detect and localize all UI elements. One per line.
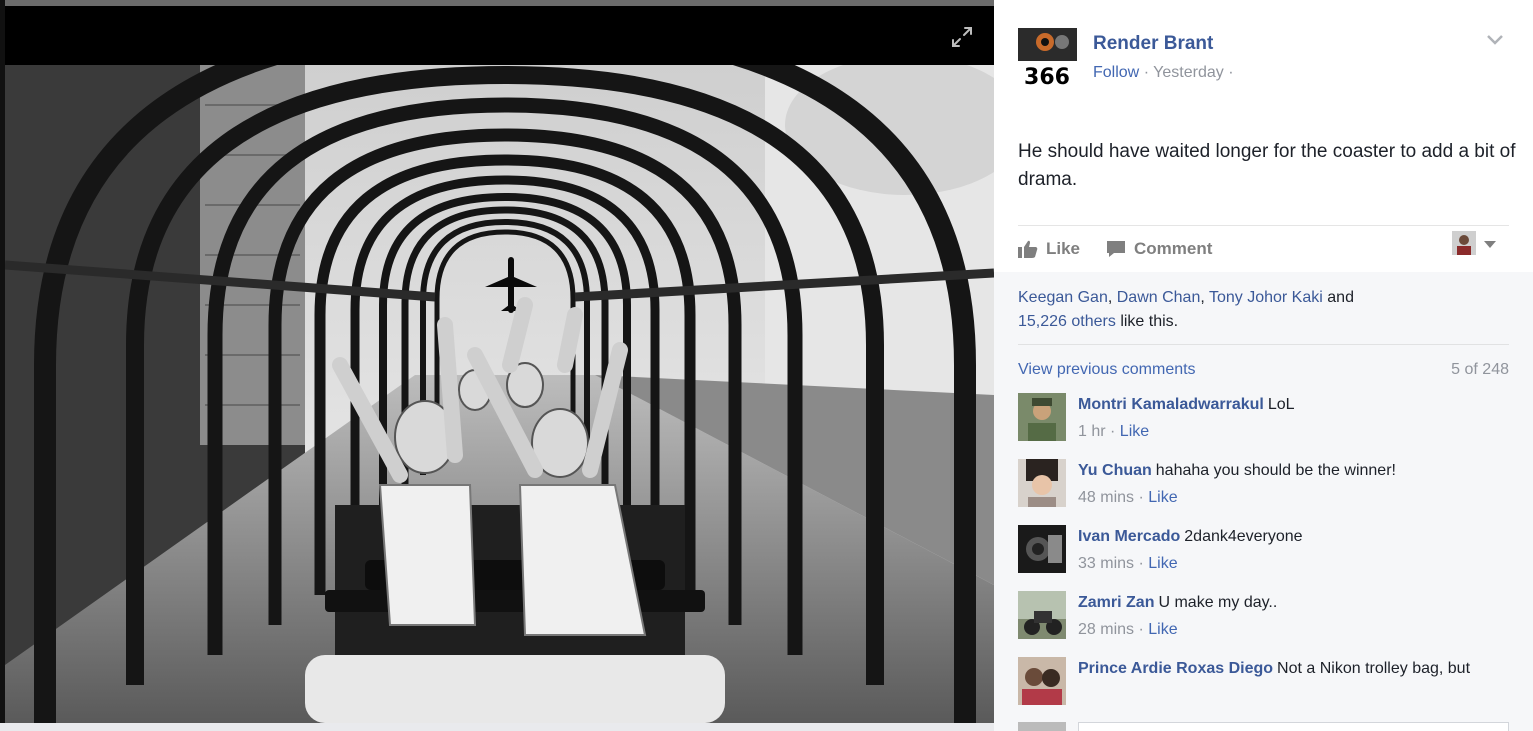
comment-time[interactable]: 1 hr	[1078, 423, 1106, 440]
thumbs-up-icon	[1018, 240, 1038, 258]
comment-like-link[interactable]: Like	[1148, 621, 1177, 638]
commenter-name[interactable]: Montri Kamaladwarrakul	[1078, 396, 1264, 413]
comment-body: Yu Chuan hahaha you should be the winner!	[1078, 459, 1508, 483]
post-header: 366 Render Brant Follow · Yesterday · He…	[994, 0, 1533, 272]
comment-meta: 33 mins · Like	[1078, 555, 1178, 572]
likes-summary: Keegan Gan, Dawn Chan, Tony Johor Kaki a…	[1018, 289, 1354, 330]
comment-body: Zamri Zan U make my day..	[1078, 591, 1508, 615]
photo-pane	[0, 0, 994, 731]
commenter-avatar[interactable]	[1018, 591, 1066, 639]
avatar-label: 366	[1024, 65, 1070, 87]
comment-body: Prince Ardie Roxas Diego Not a Nikon trol…	[1078, 657, 1508, 681]
likes-others-link[interactable]: 15,226 others	[1018, 313, 1116, 330]
coaster-photo-illustration	[5, 65, 994, 723]
commenter-avatar[interactable]	[1018, 657, 1066, 705]
photo-viewer: 366 Render Brant Follow · Yesterday · He…	[0, 0, 1533, 731]
comment-label: Comment	[1134, 239, 1213, 258]
follow-link[interactable]: Follow	[1093, 64, 1139, 81]
comment-like-link[interactable]: Like	[1148, 555, 1177, 572]
likes-and: and	[1327, 289, 1354, 306]
comment-text: U make my day..	[1158, 594, 1278, 611]
comment-body: Montri Kamaladwarrakul LoL	[1078, 393, 1508, 417]
comment-like-link[interactable]: Like	[1148, 489, 1177, 506]
liker-link[interactable]: Dawn Chan	[1117, 289, 1201, 306]
comment-time[interactable]: 33 mins	[1078, 555, 1134, 572]
comment-input[interactable]	[1078, 722, 1509, 731]
comment-text: 2dank4everyone	[1184, 528, 1303, 545]
comment-item: Ivan Mercado 2dank4everyone 33 mins · Lik…	[1018, 525, 1508, 579]
likes-suffix: like this.	[1120, 313, 1179, 330]
left-edge	[0, 0, 5, 731]
author-avatar[interactable]: 366	[1018, 28, 1077, 87]
commenter-name[interactable]: Ivan Mercado	[1078, 528, 1180, 545]
chevron-down-icon[interactable]	[1486, 33, 1504, 47]
divider	[1018, 344, 1509, 345]
commenter-name[interactable]: Zamri Zan	[1078, 594, 1154, 611]
comment-meta: 28 mins · Like	[1078, 621, 1178, 638]
comment-meta: 48 mins · Like	[1078, 489, 1178, 506]
meta-sep: ·	[1143, 64, 1150, 81]
comment-text: hahaha you should be the winner!	[1155, 462, 1396, 479]
comment-time[interactable]: 28 mins	[1078, 621, 1134, 638]
post-time[interactable]: Yesterday	[1153, 64, 1224, 81]
comment-text: Not a Nikon trolley bag, but	[1277, 660, 1471, 677]
post-photo[interactable]	[5, 65, 994, 723]
comment-item: Zamri Zan U make my day.. 28 mins · Like	[1018, 591, 1508, 645]
comment-item: Montri Kamaladwarrakul LoL 1 hr · Like	[1018, 393, 1508, 447]
bottom-strip	[0, 723, 994, 731]
comment-like-link[interactable]: Like	[1120, 423, 1149, 440]
comment-count: 5 of 248	[1451, 361, 1509, 378]
commenter-name[interactable]: Prince Ardie Roxas Diego	[1078, 660, 1273, 677]
post-meta: Follow · Yesterday ·	[1093, 64, 1234, 82]
viewer-avatar[interactable]	[1452, 231, 1476, 255]
caret-down-icon[interactable]	[1483, 239, 1497, 249]
comment-meta: 1 hr · Like	[1078, 423, 1150, 440]
commenter-avatar[interactable]	[1018, 393, 1066, 441]
meta-sep-2: ·	[1228, 64, 1234, 81]
like-label: Like	[1046, 239, 1081, 258]
comment-icon	[1107, 241, 1125, 257]
post-sidebar: 366 Render Brant Follow · Yesterday · He…	[994, 0, 1533, 731]
comment-item: Yu Chuan hahaha you should be the winner!…	[1018, 459, 1508, 513]
like-button[interactable]: Like	[1018, 237, 1080, 261]
commenter-avatar[interactable]	[1018, 525, 1066, 573]
post-text: He should have waited longer for the coa…	[1018, 141, 1516, 190]
divider	[1018, 225, 1509, 226]
liker-link[interactable]: Keegan Gan	[1018, 289, 1108, 306]
expand-icon[interactable]	[951, 26, 973, 48]
photo-toolbar	[5, 6, 994, 65]
comment-item: Prince Ardie Roxas Diego Not a Nikon trol…	[1018, 657, 1508, 717]
commenter-name[interactable]: Yu Chuan	[1078, 462, 1152, 479]
comment-time[interactable]: 48 mins	[1078, 489, 1134, 506]
commenter-avatar[interactable]	[1018, 459, 1066, 507]
author-name[interactable]: Render Brant	[1093, 33, 1213, 55]
comment-body: Ivan Mercado 2dank4everyone	[1078, 525, 1508, 549]
reply-avatar	[1018, 722, 1066, 731]
comment-text: LoL	[1267, 396, 1295, 413]
view-previous-comments-link[interactable]: View previous comments	[1018, 361, 1196, 379]
liker-link[interactable]: Tony Johor Kaki	[1209, 289, 1323, 306]
